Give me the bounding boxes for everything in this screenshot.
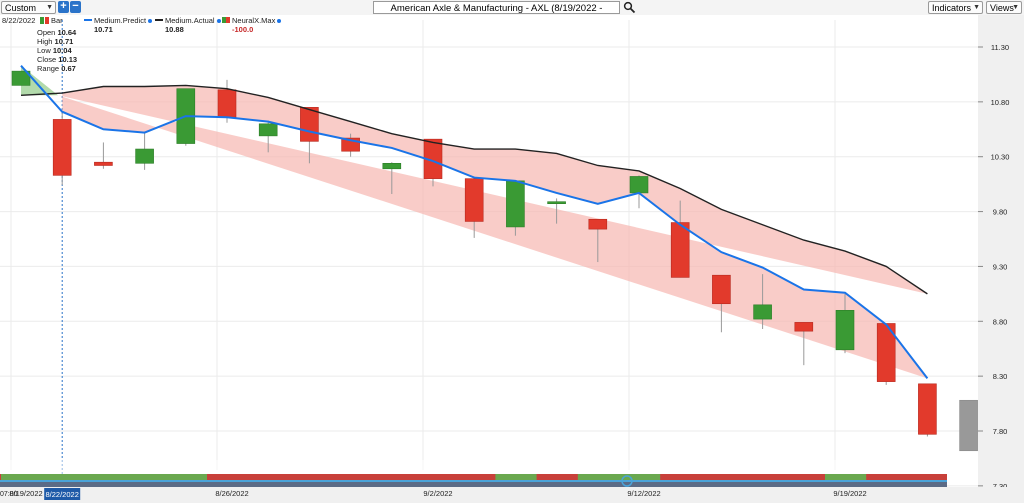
y-tick-label: 9.80 [993, 208, 1008, 217]
x-tick-label: 8/26/2022 [215, 489, 248, 498]
predict-value: 10.71 [94, 25, 113, 34]
chevron-down-icon: ▼ [973, 4, 980, 11]
signal-segment [825, 474, 867, 480]
legend-date: 8/22/2022 [2, 16, 36, 25]
chevron-down-icon: ▼ [46, 4, 53, 11]
actual-legend-label: Medium.Actual [165, 16, 215, 25]
candle-body [794, 322, 814, 332]
neural-legend-label: NeuralX.Max [232, 16, 276, 25]
low-label: Low [37, 46, 51, 55]
dot-icon [148, 19, 153, 23]
candle-body [670, 222, 690, 278]
neural-value: -100.0 [232, 25, 254, 34]
legend-neural: NeuralX.Max -100.0 [222, 16, 282, 34]
x-tick-label: 9/12/2022 [627, 489, 660, 498]
candle-body [217, 89, 237, 118]
legend-predict: Medium.Predict 10.71 [84, 16, 153, 34]
close-label: Close [37, 55, 57, 64]
line-legend-icon [155, 19, 163, 21]
x-axis-panel [0, 487, 1024, 503]
candle-body [464, 178, 484, 222]
price-chart[interactable]: 11.3010.8010.309.809.308.808.307.807.30 … [0, 15, 1024, 503]
candle-body [629, 176, 649, 194]
candle-body [588, 218, 608, 230]
candle-body [382, 162, 402, 170]
period-select-label: Custom [5, 3, 37, 13]
candle-body [547, 201, 566, 204]
dot-icon [216, 19, 221, 23]
predict-legend-label: Medium.Predict [94, 16, 147, 25]
fade-overlay [0, 460, 978, 474]
candle-body [506, 180, 525, 228]
actual-value: 10.88 [165, 25, 184, 34]
candle-body [135, 148, 154, 164]
open-value: 10.64 [57, 28, 77, 37]
zoom-in-button[interactable]: + [58, 1, 69, 13]
signal-segment [495, 474, 537, 480]
close-value: 10.13 [58, 55, 78, 64]
bottom-strip [0, 460, 1024, 503]
y-tick-label: 8.80 [993, 317, 1008, 326]
candle-body [94, 161, 113, 166]
signal-segment [577, 474, 661, 480]
candle-body [258, 123, 278, 137]
zoom-out-button[interactable]: − [70, 1, 81, 13]
toolbar: Custom ▼ + − American Axle & Manufacturi… [0, 0, 1024, 27]
y-tick-label: 9.30 [993, 262, 1008, 271]
open-label: Open [37, 28, 56, 37]
views-button[interactable]: Views ▼ [986, 1, 1022, 14]
candle-body [918, 383, 937, 435]
y-tick-label: 10.30 [991, 153, 1010, 162]
neural-legend-icon [222, 17, 230, 23]
indicators-label: Indicators [932, 3, 972, 13]
candle-body [52, 119, 72, 176]
signal-segment [124, 474, 207, 480]
line-legend-icon [84, 19, 92, 21]
bar-legend-icon [45, 17, 49, 24]
search-icon[interactable] [623, 1, 636, 14]
dot-icon [277, 19, 282, 23]
cursor-time-label: 07:00 [0, 491, 18, 498]
y-tick-label: 7.80 [993, 427, 1008, 436]
range-value: 0.67 [61, 64, 76, 73]
candle-body [835, 310, 855, 351]
y-tick-label: 8.30 [993, 372, 1008, 381]
candle-body [712, 274, 731, 305]
high-label: High [37, 37, 53, 46]
high-value: 10.71 [54, 37, 74, 46]
candle-body [300, 107, 319, 142]
selected-date-label: 8/22/2022 [46, 490, 79, 499]
period-select[interactable]: Custom ▼ [1, 1, 56, 14]
y-tick-label: 11.30 [991, 43, 1009, 52]
views-label: Views [990, 3, 1014, 13]
y-tick-label: 10.80 [991, 98, 1010, 107]
legend-actual: Medium.Actual 10.88 [155, 16, 221, 34]
ohlc-readout: Open 10.64 High 10.71 Low 10.04 Close 10… [37, 28, 77, 73]
legend-bar: Bar [40, 16, 63, 25]
indicators-button[interactable]: Indicators ▼ [928, 1, 983, 14]
x-tick-label: 9/2/2022 [423, 489, 452, 498]
range-label: Range [37, 64, 60, 73]
candle-body [753, 304, 772, 320]
x-tick-label: 9/19/2022 [833, 489, 866, 498]
low-value: 10.04 [52, 46, 72, 55]
chevron-down-icon: ▼ [1012, 4, 1019, 11]
chart-title: American Axle & Manufacturing - AXL (8/1… [373, 1, 620, 27]
candle-body [959, 399, 978, 452]
bar-legend-icon [40, 17, 44, 24]
bar-legend-label: Bar [51, 16, 63, 25]
